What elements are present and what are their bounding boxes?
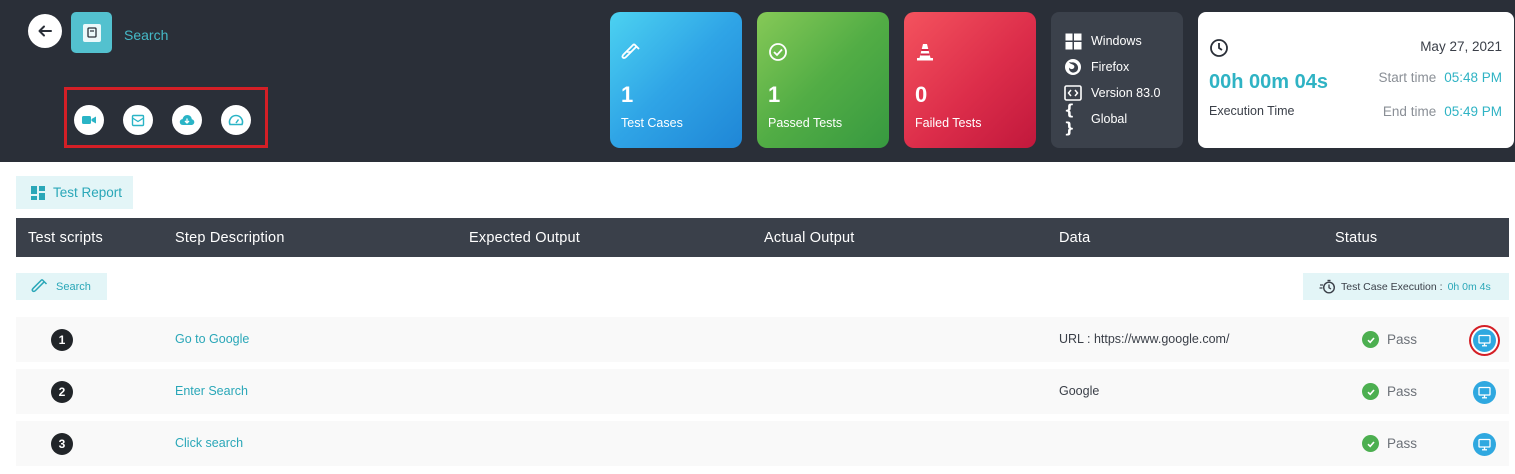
execution-time-label: Execution Time: [1209, 104, 1295, 118]
video-button[interactable]: [74, 105, 104, 135]
col-test-scripts: Test scripts: [28, 230, 103, 246]
screenshot-button[interactable]: [1473, 381, 1496, 404]
failed-tests-card: 0 Failed Tests: [904, 12, 1036, 148]
status-label: Pass: [1387, 384, 1418, 399]
start-time-value: 05:48 PM: [1444, 70, 1502, 85]
passed-tests-count: 1: [768, 82, 781, 107]
dashboard-grid-icon: [31, 185, 45, 200]
col-actual-output: Actual Output: [764, 230, 855, 246]
start-time: Start time 05:48 PM: [1378, 70, 1502, 85]
test-script-label: Search: [56, 280, 91, 293]
step-description-link[interactable]: Enter Search: [175, 384, 248, 398]
start-time-label: Start time: [1378, 70, 1437, 85]
step-number: 3: [51, 433, 73, 455]
test-tube-icon: [31, 278, 48, 293]
env-browser-label: Firefox: [1091, 60, 1130, 74]
test-case-execution-chip: Test Case Execution : 0h 0m 4s: [1303, 273, 1509, 300]
env-os-label: Windows: [1091, 34, 1142, 48]
step-description-link[interactable]: Click search: [175, 436, 243, 450]
arrow-left-icon: [38, 25, 52, 37]
screenshot-button[interactable]: [1473, 329, 1496, 352]
report-header: Search 1 Test Cases 1 Passed Tests 0 Fai…: [0, 0, 1515, 162]
env-browser: Firefox: [1064, 58, 1129, 76]
timing-card: 00h 00m 04s Execution Time May 27, 2021 …: [1198, 12, 1514, 148]
braces-icon: { }: [1064, 101, 1075, 137]
test-report-label: Test Report: [53, 185, 123, 200]
code-icon: [1064, 85, 1082, 101]
test-cases-card: 1 Test Cases: [610, 12, 742, 148]
pass-check-icon: [1362, 383, 1379, 400]
env-region-label: Global: [1091, 112, 1128, 126]
pass-check-icon: [1362, 435, 1379, 452]
check-circle-icon: [769, 43, 787, 61]
step-number: 1: [51, 329, 73, 351]
monitor-icon: [1478, 334, 1491, 347]
app-logo: [71, 12, 112, 53]
step-status: Pass: [1362, 435, 1417, 452]
failed-tests-label: Failed Tests: [915, 116, 982, 130]
screenshot-button[interactable]: [1473, 433, 1496, 456]
traffic-cone-icon: [917, 44, 933, 61]
test-cases-label: Test Cases: [621, 116, 683, 130]
failed-tests-count: 0: [915, 82, 928, 107]
table-row: 3 Click search Pass: [16, 421, 1509, 466]
end-time-value: 05:49 PM: [1444, 104, 1502, 119]
test-report-button[interactable]: Test Report: [16, 176, 133, 209]
environment-card: Windows Firefox Version 83.0 { } Global: [1051, 12, 1183, 148]
step-description-link[interactable]: Go to Google: [175, 332, 249, 346]
table-row: 2 Enter Search Google Pass: [16, 369, 1509, 414]
end-time-label: End time: [1382, 104, 1437, 119]
execution-chip-value: 0h 0m 4s: [1447, 280, 1491, 293]
firefox-icon: [1065, 59, 1081, 75]
step-data: URL : https://www.google.com/: [1059, 332, 1230, 346]
execution-chip-label: Test Case Execution :: [1341, 280, 1443, 293]
status-label: Pass: [1387, 332, 1418, 347]
step-number: 2: [51, 381, 73, 403]
cloud-download-icon: [179, 115, 195, 125]
dashboard-button[interactable]: [221, 105, 251, 135]
back-button[interactable]: [28, 14, 62, 48]
step-status: Pass: [1362, 331, 1417, 348]
execution-time-value: 00h 00m 04s: [1209, 71, 1328, 93]
execution-date: May 27, 2021: [1420, 39, 1502, 54]
table-row: 1 Go to Google URL : https://www.google.…: [16, 317, 1509, 362]
clock-icon: [1210, 39, 1228, 57]
email-icon: [131, 114, 145, 126]
passed-tests-label: Passed Tests: [768, 116, 843, 130]
document-icon: [86, 27, 97, 38]
env-os: Windows: [1064, 32, 1142, 50]
col-step-description: Step Description: [175, 230, 285, 246]
test-cases-count: 1: [621, 82, 634, 107]
download-button[interactable]: [172, 105, 202, 135]
monitor-icon: [1478, 438, 1491, 451]
test-script-chip[interactable]: Search: [16, 273, 107, 300]
pass-check-icon: [1362, 331, 1379, 348]
test-tube-icon: [621, 43, 640, 59]
env-version: Version 83.0: [1064, 84, 1161, 102]
status-label: Pass: [1387, 436, 1418, 451]
speedometer-icon: [228, 114, 244, 126]
passed-tests-card: 1 Passed Tests: [757, 12, 889, 148]
email-button[interactable]: [123, 105, 153, 135]
end-time: End time 05:49 PM: [1383, 104, 1502, 119]
step-data: Google: [1059, 384, 1100, 398]
env-region: { } Global: [1064, 101, 1128, 137]
video-icon: [82, 116, 96, 124]
col-data: Data: [1059, 230, 1091, 246]
col-expected-output: Expected Output: [469, 230, 581, 246]
env-version-label: Version 83.0: [1091, 86, 1161, 100]
table-header: Test scripts Step Description Expected O…: [16, 218, 1509, 257]
page-title: Search: [124, 27, 169, 43]
step-status: Pass: [1362, 383, 1417, 400]
stopwatch-icon: [1319, 279, 1336, 294]
windows-icon: [1065, 33, 1081, 49]
col-status: Status: [1335, 230, 1378, 246]
monitor-icon: [1478, 386, 1491, 399]
